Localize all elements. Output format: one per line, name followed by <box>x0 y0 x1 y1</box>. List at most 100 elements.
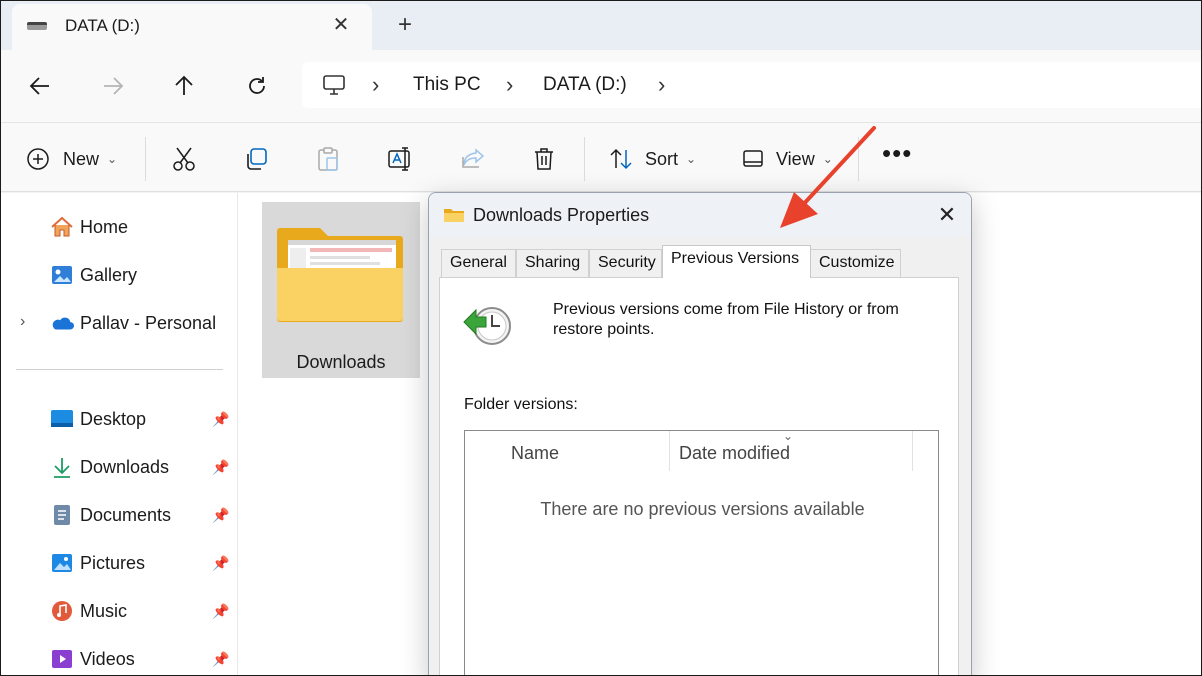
dialog-title: Downloads Properties <box>473 205 650 225</box>
new-button[interactable]: New ⌄ <box>26 143 117 175</box>
chevron-right-icon[interactable]: › <box>372 72 379 98</box>
copy-icon <box>247 148 267 170</box>
delete-button[interactable] <box>532 143 556 175</box>
sidebar-item-label: Documents <box>80 504 172 525</box>
desktop-icon <box>51 410 73 427</box>
versions-list[interactable]: Name ⌄ Date modified There are no previo… <box>464 429 939 676</box>
home-icon <box>51 216 73 237</box>
tab-title: DATA (D:) <box>65 16 140 35</box>
sidebar-item-documents[interactable]: Documents <box>50 501 171 529</box>
pin-icon[interactable]: 📌 <box>212 555 230 573</box>
title-bar: DATA (D:) ✕ + <box>0 0 1202 50</box>
music-icon <box>52 601 72 621</box>
toolbar-divider <box>584 137 585 181</box>
column-header-date-modified[interactable]: Date modified <box>679 443 790 464</box>
sidebar-item-label: Downloads <box>80 456 170 477</box>
toolbar-divider <box>145 137 146 181</box>
column-divider[interactable] <box>669 431 670 471</box>
pin-icon[interactable]: 📌 <box>212 603 230 621</box>
sidebar-item-downloads[interactable]: Downloads <box>50 453 169 481</box>
folder-icon <box>277 228 403 322</box>
breadcrumb-this-pc[interactable]: This PC <box>413 74 481 96</box>
folder-icon <box>444 209 464 222</box>
sidebar-item-label: Desktop <box>80 408 147 429</box>
sort-label: Sort <box>645 148 679 169</box>
sidebar-item-label: Pallav - Personal <box>80 312 217 333</box>
plus-circle-icon <box>27 148 49 170</box>
sidebar-item-label: Pictures <box>80 552 146 573</box>
sidebar-item-music[interactable]: Music <box>50 597 127 625</box>
sidebar-item-home[interactable]: Home <box>50 213 128 241</box>
tab-customize[interactable]: Customize <box>810 249 901 277</box>
sidebar-item-label: Home <box>80 216 129 237</box>
sidebar-item-pictures[interactable]: Pictures <box>50 549 145 577</box>
cut-icon <box>173 147 195 171</box>
navigation-pane: Home Gallery › Pallav - Personal Desktop… <box>0 193 237 676</box>
sidebar-item-videos[interactable]: Videos <box>50 645 135 673</box>
onedrive-icon <box>52 317 74 330</box>
gallery-icon <box>52 266 72 284</box>
folder-versions-label: Folder versions: <box>464 396 578 413</box>
delete-icon <box>535 148 553 170</box>
dialog-title-bar[interactable]: Downloads Properties ✕ <box>429 193 971 237</box>
chevron-down-icon: ⌄ <box>783 429 794 443</box>
tab-security[interactable]: Security <box>589 249 662 277</box>
rename-icon <box>388 147 410 171</box>
column-divider[interactable] <box>912 431 913 471</box>
sidebar-item-onedrive[interactable]: Pallav - Personal <box>50 309 216 337</box>
tab-sharing[interactable]: Sharing <box>516 249 589 277</box>
cut-button[interactable] <box>172 143 196 175</box>
plus-icon[interactable]: + <box>392 12 418 38</box>
tab-general[interactable]: General <box>441 249 516 277</box>
sort-icon <box>610 148 632 170</box>
arrow-up-icon[interactable] <box>166 68 202 104</box>
description-text: Previous versions come from File History… <box>553 301 899 338</box>
navigation-bar: › This PC › DATA (D:) › <box>0 50 1202 122</box>
pictures-icon <box>52 554 72 572</box>
folder-tile-label: Downloads <box>296 352 386 372</box>
refresh-icon[interactable] <box>239 68 275 104</box>
drive-icon <box>27 22 47 30</box>
folder-tile-downloads[interactable]: Downloads <box>262 202 420 378</box>
chevron-right-icon[interactable]: › <box>20 313 25 331</box>
paste-icon <box>318 147 338 171</box>
properties-dialog: Downloads Properties ✕ General Sharing S… <box>428 192 972 676</box>
annotation-arrow-icon <box>780 126 876 228</box>
paste-button[interactable] <box>316 143 340 175</box>
computer-icon <box>323 75 345 95</box>
tab-data-drive[interactable]: DATA (D:) ✕ <box>12 4 372 50</box>
sidebar-item-label: Gallery <box>80 264 138 285</box>
breadcrumb-data-drive[interactable]: DATA (D:) <box>543 74 627 96</box>
restore-clock-icon <box>463 307 511 345</box>
pin-icon[interactable]: 📌 <box>212 459 230 477</box>
address-bar[interactable]: › This PC › DATA (D:) › <box>302 62 1202 108</box>
arrow-right-icon[interactable] <box>95 68 131 104</box>
column-header-name[interactable]: Name <box>511 443 559 464</box>
pin-icon[interactable]: 📌 <box>212 507 230 525</box>
share-button[interactable] <box>460 143 486 175</box>
empty-list-message: There are no previous versions available <box>540 499 865 519</box>
pin-icon[interactable]: 📌 <box>212 411 230 429</box>
chevron-right-icon[interactable]: › <box>658 72 665 98</box>
pin-icon[interactable]: 📌 <box>212 651 230 669</box>
command-bar: New ⌄ Sort ⌄ View ⌄ ••• <box>0 122 1202 192</box>
previous-versions-panel: Previous versions come from File History… <box>439 277 959 676</box>
sort-button[interactable]: Sort ⌄ <box>609 143 696 175</box>
close-icon[interactable]: ✕ <box>929 199 965 231</box>
rename-button[interactable] <box>387 143 413 175</box>
documents-icon <box>54 505 70 525</box>
sidebar-item-label: Music <box>80 600 128 621</box>
copy-button[interactable] <box>244 143 268 175</box>
download-icon <box>54 458 70 478</box>
sidebar-divider <box>16 369 223 370</box>
sidebar-item-desktop[interactable]: Desktop <box>50 405 146 433</box>
tab-previous-versions[interactable]: Previous Versions <box>662 245 811 278</box>
chevron-right-icon[interactable]: › <box>506 72 513 98</box>
share-icon <box>462 148 485 168</box>
sidebar-item-gallery[interactable]: Gallery <box>50 261 137 289</box>
videos-icon <box>52 650 72 668</box>
close-icon[interactable]: ✕ <box>328 12 354 38</box>
chevron-down-icon: ⌄ <box>686 152 697 166</box>
sidebar-item-label: Videos <box>80 648 135 669</box>
arrow-left-icon[interactable] <box>22 68 58 104</box>
